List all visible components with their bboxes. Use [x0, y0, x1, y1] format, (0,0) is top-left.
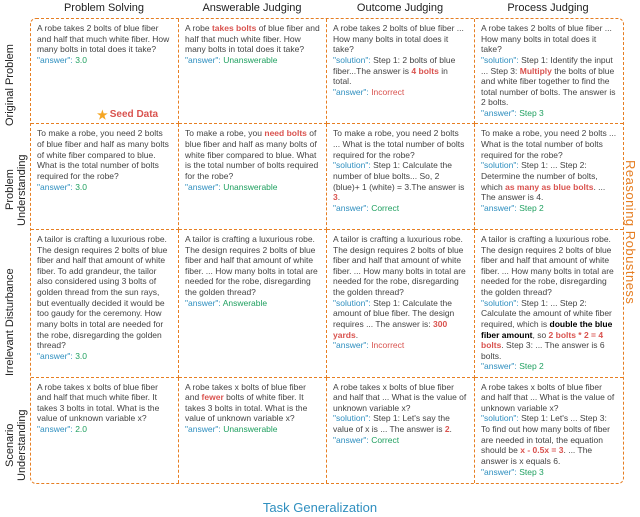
row-header-4: Scenario Understanding — [4, 400, 24, 490]
answer-val: 3.0 — [75, 351, 87, 361]
row-header-2: Problem Understanding — [4, 140, 24, 240]
answer-val: 3.0 — [75, 182, 87, 192]
solution-key: "solution": — [333, 413, 371, 423]
answer-key: "answer": — [481, 361, 517, 371]
cell-r2c4: To make a robe, you need 2 bolts ... Wha… — [475, 124, 623, 229]
prompt-text: A robe takes x bolts of blue fiber and h… — [333, 382, 466, 413]
cell-r1c3: A robe takes 2 bolts of blue fiber ... H… — [327, 19, 475, 124]
answer-val: Unanswerable — [223, 55, 277, 65]
solution-key: "solution": — [481, 160, 519, 170]
answer-val: 3.0 — [75, 55, 87, 65]
solution-key: "solution": — [481, 298, 519, 308]
col-header-1: Problem Solving — [30, 2, 178, 14]
prompt-text: A robe takes 2 bolts of blue fiber and h… — [37, 23, 169, 54]
cell-r3c2: A tailor is crafting a luxurious robe. T… — [179, 230, 327, 378]
axis-bottom-label: Task Generalization — [0, 500, 640, 515]
answer-val: Correct — [371, 203, 399, 213]
solution-mid: , so — [532, 330, 548, 340]
prompt-text: To make a robe, you need 2 bolts of blue… — [37, 128, 169, 181]
cell-r4c4: A robe takes x bolts of blue fiber and h… — [475, 378, 623, 483]
answer-key: "answer": — [37, 424, 73, 434]
cell-r1c4: A robe takes 2 bolts of blue fiber ... H… — [475, 19, 623, 124]
prompt-text: A robe takes x bolts of blue fiber and h… — [481, 382, 614, 413]
cell-r4c1: A robe takes x bolts of blue fiber and h… — [31, 378, 179, 483]
answer-key: "answer": — [185, 182, 221, 192]
prompt-bold: fewer — [202, 392, 224, 402]
solution-key: "solution": — [333, 55, 371, 65]
cell-r2c1: To make a robe, you need 2 bolts of blue… — [31, 124, 179, 229]
cell-r3c3: A tailor is crafting a luxurious robe. T… — [327, 230, 475, 378]
answer-val: Unanswerable — [223, 182, 277, 192]
star-icon: ★ — [97, 110, 108, 120]
prompt-text: A tailor is crafting a luxurious robe. T… — [481, 234, 614, 297]
answer-val: Correct — [371, 435, 399, 445]
answer-key: "answer": — [185, 298, 221, 308]
prompt-text: To make a robe, you need 2 bolts ... Wha… — [481, 128, 616, 159]
solution-bold: as many as blue bolts — [505, 182, 593, 192]
cell-r3c4: A tailor is crafting a luxurious robe. T… — [475, 230, 623, 378]
prompt-bold: takes bolts — [212, 23, 256, 33]
cell-r4c3: A robe takes x bolts of blue fiber and h… — [327, 378, 475, 483]
cell-r2c2: To make a robe, you need bolts of blue f… — [179, 124, 327, 229]
solution-key: "solution": — [481, 413, 519, 423]
answer-key: "answer": — [333, 203, 369, 213]
answer-val: Unanswerable — [223, 424, 277, 434]
solution-key: "solution": — [333, 298, 371, 308]
seed-data-badge: ★ Seed Data — [97, 109, 158, 122]
answer-key: "answer": — [481, 467, 517, 477]
answer-key: "answer": — [185, 55, 221, 65]
solution-b: . — [450, 424, 452, 434]
answer-key: "answer": — [37, 55, 73, 65]
answer-val: 2.0 — [75, 424, 87, 434]
prompt-pre: To make a robe, you — [185, 128, 264, 138]
answer-val: Incorrect — [371, 87, 404, 97]
prompt-text: A tailor is crafting a luxurious robe. T… — [333, 234, 466, 297]
answer-key: "answer": — [481, 108, 517, 118]
solution-bold: x - 0.5x = 3 — [520, 445, 563, 455]
row-header-1: Original Problem — [4, 40, 24, 130]
prompt-text: A robe takes 2 bolts of blue fiber ... H… — [333, 23, 464, 54]
cell-r1c1: A robe takes 2 bolts of blue fiber and h… — [31, 19, 179, 124]
answer-val: Answerable — [223, 298, 267, 308]
answer-key: "answer": — [333, 87, 369, 97]
answer-key: "answer": — [333, 435, 369, 445]
answer-key: "answer": — [481, 203, 517, 213]
prompt-text: A robe takes 2 bolts of blue fiber ... H… — [481, 23, 612, 54]
solution-bold: 4 bolts — [411, 66, 438, 76]
solution-key: "solution": — [333, 160, 371, 170]
seed-label: Seed Data — [110, 109, 158, 122]
answer-val: Step 2 — [519, 361, 544, 371]
answer-val: Step 3 — [519, 467, 544, 477]
cell-r3c1: A tailor is crafting a luxurious robe. T… — [31, 230, 179, 378]
answer-key: "answer": — [333, 340, 369, 350]
answer-key: "answer": — [37, 182, 73, 192]
answer-val: Incorrect — [371, 340, 404, 350]
cell-r2c3: To make a robe, you need 2 bolts ... Wha… — [327, 124, 475, 229]
answer-val: Step 2 — [519, 203, 544, 213]
solution-bold: Multiply — [520, 66, 552, 76]
col-header-2: Answerable Judging — [178, 2, 326, 14]
prompt-bold: need bolts — [264, 128, 307, 138]
answer-key: "answer": — [37, 351, 73, 361]
cell-r1c2: A robe takes bolts of blue fiber and hal… — [179, 19, 327, 124]
solution-b: . — [356, 330, 358, 340]
row-header-3: Irrelevant Disturbance — [4, 252, 24, 392]
example-grid: A robe takes 2 bolts of blue fiber and h… — [30, 18, 624, 484]
axis-right-label: Reasoning Robustness — [623, 160, 638, 304]
prompt-text: A tailor is crafting a luxurious robe. T… — [37, 234, 167, 350]
cell-r4c2: A robe takes x bolts of blue fiber and f… — [179, 378, 327, 483]
col-header-4: Process Judging — [474, 2, 622, 14]
prompt-text: A robe takes x bolts of blue fiber and h… — [37, 382, 159, 424]
answer-val: Step 3 — [519, 108, 544, 118]
solution-key: "solution": — [481, 55, 519, 65]
solution-b: . — [338, 192, 340, 202]
prompt-text: A tailor is crafting a luxurious robe. T… — [185, 234, 318, 297]
answer-key: "answer": — [185, 424, 221, 434]
prompt-text: To make a robe, you need 2 bolts ... Wha… — [333, 128, 464, 159]
col-header-3: Outcome Judging — [326, 2, 474, 14]
prompt-pre: A robe — [185, 23, 212, 33]
